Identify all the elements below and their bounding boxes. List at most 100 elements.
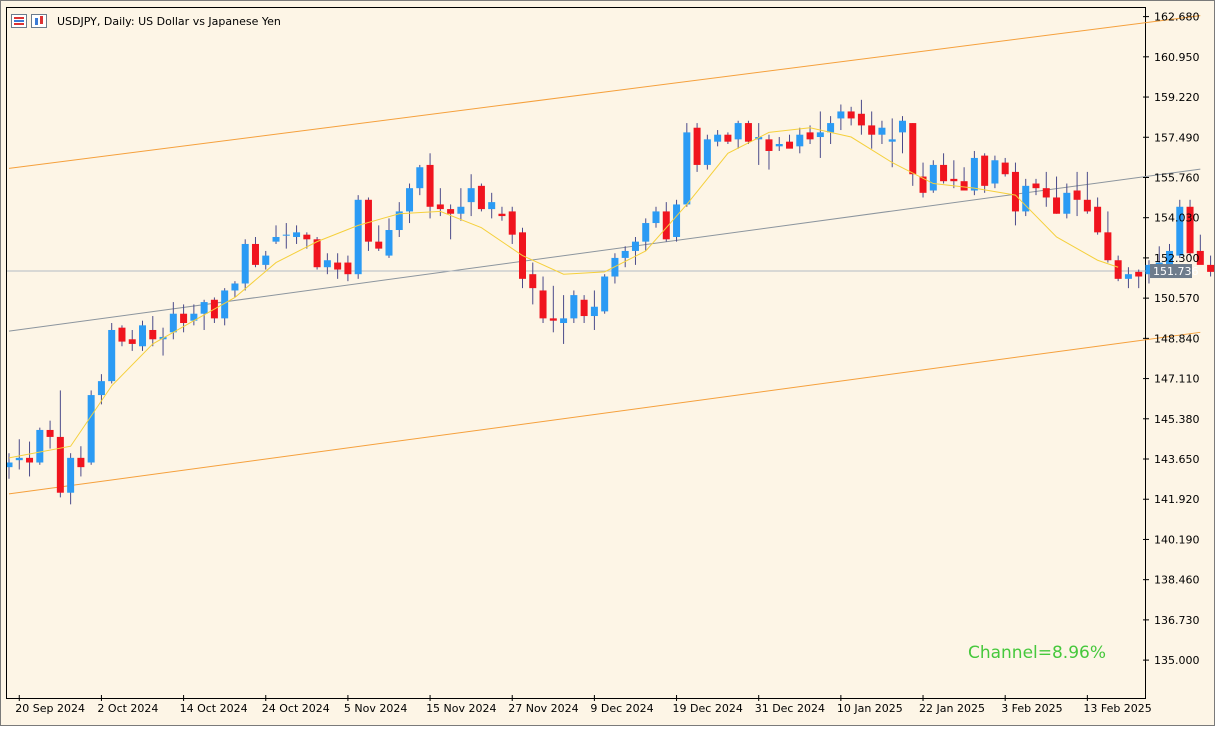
candle-bear	[118, 327, 126, 342]
candle-bear	[436, 204, 444, 210]
candle-bear	[344, 262, 352, 275]
candle-bull	[293, 232, 301, 237]
x-tick-label: 20 Sep 2024	[15, 702, 85, 715]
candle-bull	[416, 167, 424, 189]
plot-area[interactable]: 162.680 160.950 159.220 157.490 155.760 154.0…	[6, 7, 1215, 715]
candle-bear	[868, 125, 876, 135]
candle-bull	[673, 204, 681, 237]
candle-bull	[796, 134, 804, 147]
x-tick-label: 27 Nov 2024	[508, 702, 578, 715]
candle-bull	[354, 199, 362, 275]
candle-bull	[108, 329, 116, 382]
candle-bull	[683, 132, 691, 205]
candle-bear	[26, 457, 34, 463]
candle-bear	[303, 234, 311, 240]
x-tick-label: 31 Dec 2024	[755, 702, 825, 715]
chart-bars-icon[interactable]	[31, 14, 47, 28]
candle-bear	[724, 134, 732, 142]
candle-bear	[960, 181, 968, 191]
candle-bull	[631, 241, 639, 251]
x-tick-label: 13 Feb 2025	[1083, 702, 1151, 715]
candle-bear	[580, 299, 588, 317]
candle-bull	[827, 123, 835, 133]
y-tick-label: 145.380	[1154, 413, 1200, 426]
y-tick-label: 152.300	[1154, 252, 1200, 265]
candle-bear	[46, 429, 54, 437]
smoothed-price-line	[8, 127, 1119, 459]
candle-bull	[970, 157, 978, 191]
candle-bull	[262, 255, 270, 265]
candle-bear	[56, 436, 64, 493]
candle-bear	[128, 339, 136, 344]
candle-bear	[1011, 171, 1019, 212]
candle-bear	[1094, 206, 1102, 233]
candle-bear	[313, 239, 321, 268]
candle-bull	[775, 144, 783, 147]
candle-bull	[457, 206, 465, 214]
candle-bear	[251, 243, 259, 265]
candle-bear	[1001, 162, 1009, 175]
chart-list-icon[interactable]	[11, 14, 27, 28]
y-tick-label: 160.950	[1154, 51, 1200, 64]
candle-bear	[765, 139, 773, 151]
x-tick-label: 22 Jan 2025	[919, 702, 985, 715]
channel-label: Channel=8.96%	[967, 643, 1106, 663]
candle-bear	[539, 290, 547, 319]
candle-bear	[375, 241, 383, 249]
candle-bull	[560, 318, 568, 324]
candle-bull	[139, 325, 147, 347]
candle-bull	[385, 230, 393, 256]
candle-bull	[642, 223, 650, 242]
candle-bear	[334, 262, 342, 270]
price-chart[interactable]: 162.680 160.950 159.220 157.490 155.760 154.0…	[7, 8, 1215, 732]
candle-bull	[169, 313, 177, 333]
candle-bear	[909, 123, 917, 175]
candle-bull	[323, 260, 331, 268]
x-tick-label: 10 Jan 2025	[837, 702, 903, 715]
candle-bear	[940, 164, 948, 182]
candle-bull	[837, 111, 845, 119]
candle-bull	[878, 127, 886, 135]
candle-bear	[1032, 183, 1040, 189]
candle-bull	[406, 188, 414, 212]
candle-bull	[241, 243, 249, 284]
x-tick-label: 15 Nov 2024	[426, 702, 496, 715]
candle-bear	[149, 329, 157, 340]
candle-bear	[426, 164, 434, 207]
x-tick-label: 14 Oct 2024	[180, 702, 248, 715]
candle-bear	[1135, 271, 1143, 277]
y-tick-label: 136.730	[1154, 614, 1200, 627]
candle-bull	[1124, 274, 1132, 279]
candle-bear	[1207, 264, 1215, 272]
candle-bear	[744, 123, 752, 142]
candle-bull	[467, 188, 475, 203]
candle-bull	[991, 160, 999, 184]
y-tick-label: 138.460	[1154, 574, 1200, 587]
candle-bull	[67, 457, 75, 493]
candle-bull	[570, 295, 578, 319]
candle-bear	[77, 457, 85, 468]
candle-bull	[87, 395, 95, 463]
candle-bear	[364, 199, 372, 242]
candle-bull	[714, 134, 722, 142]
candle-bear	[1053, 197, 1061, 214]
y-tick-label: 155.760	[1154, 171, 1200, 184]
candle-bull	[1063, 192, 1071, 214]
candle-bull	[898, 120, 906, 133]
candle-bull	[231, 283, 239, 291]
candle-bear	[180, 313, 188, 324]
x-tick-label: 2 Oct 2024	[97, 702, 158, 715]
x-tick-label: 9 Dec 2024	[590, 702, 653, 715]
candle-bear	[1104, 232, 1112, 261]
candle-bear	[1073, 190, 1081, 200]
upper-channel-line	[8, 15, 1201, 169]
candle-bull	[590, 306, 598, 317]
candle-bull	[97, 381, 105, 396]
candle-bear	[1114, 260, 1122, 279]
candle-bear	[981, 155, 989, 186]
candle-bear	[1042, 188, 1050, 198]
candle-bear	[549, 318, 557, 321]
candle-bear	[508, 211, 516, 235]
candle-bear	[447, 209, 455, 214]
y-tick-label: 141.920	[1154, 493, 1200, 506]
